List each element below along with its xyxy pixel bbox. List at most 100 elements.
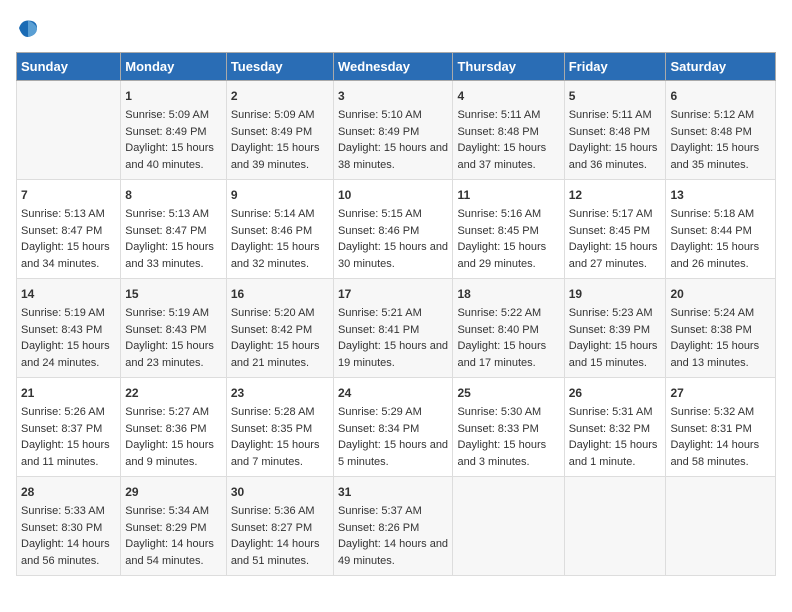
calendar-cell: 21Sunrise: 5:26 AMSunset: 8:37 PMDayligh…: [17, 378, 121, 477]
sunset-text: Sunset: 8:42 PM: [231, 322, 329, 339]
calendar-cell: 17Sunrise: 5:21 AMSunset: 8:41 PMDayligh…: [333, 279, 452, 378]
sunset-text: Sunset: 8:26 PM: [338, 520, 448, 537]
sunrise-text: Sunrise: 5:11 AM: [457, 107, 559, 124]
calendar-cell: 12Sunrise: 5:17 AMSunset: 8:45 PMDayligh…: [564, 180, 666, 279]
calendar-cell: 30Sunrise: 5:36 AMSunset: 8:27 PMDayligh…: [226, 477, 333, 576]
daylight-text: Daylight: 15 hours and 1 minute.: [569, 437, 662, 470]
sunset-text: Sunset: 8:41 PM: [338, 322, 448, 339]
sunset-text: Sunset: 8:37 PM: [21, 421, 116, 438]
calendar-cell: 11Sunrise: 5:16 AMSunset: 8:45 PMDayligh…: [453, 180, 564, 279]
daylight-text: Daylight: 15 hours and 38 minutes.: [338, 140, 448, 173]
week-row-3: 14 Sunrise: 5:19 AMSunset: 8:43 PM Dayligh…: [17, 279, 776, 378]
sunrise-text: Sunrise: 5:23 AM: [569, 305, 662, 322]
calendar-cell: 22Sunrise: 5:27 AMSunset: 8:36 PMDayligh…: [121, 378, 227, 477]
day-number: 6: [670, 87, 771, 105]
sunrise-text: Sunrise: 5:13 AM: [21, 206, 116, 223]
daylight-text: Daylight: 15 hours and 3 minutes.: [457, 437, 559, 470]
daylight-text: Daylight: 15 hours and 15 minutes.: [569, 338, 662, 371]
daylight-text: Daylight: 15 hours and 36 minutes.: [569, 140, 662, 173]
sunset-text: Sunset: 8:35 PM: [231, 421, 329, 438]
calendar-cell: 9Sunrise: 5:14 AMSunset: 8:46 PMDaylight…: [226, 180, 333, 279]
sunrise-text: Sunrise: 5:29 AM: [338, 404, 448, 421]
calendar-cell: [564, 477, 666, 576]
week-row-2: 7Sunrise: 5:13 AMSunset: 8:47 PMDaylight…: [17, 180, 776, 279]
day-number: 8: [125, 186, 222, 204]
sunset-text: Sunset: 8:39 PM: [569, 322, 662, 339]
sunset-text: Sunset: 8:47 PM: [125, 223, 222, 240]
sunrise-text: Sunrise: 5:28 AM: [231, 404, 329, 421]
sunset-text: Sunset: 8:45 PM: [569, 223, 662, 240]
daylight-text: Daylight: 14 hours and 58 minutes.: [670, 437, 771, 470]
sunrise-text: Sunrise: 5:27 AM: [125, 404, 222, 421]
calendar-cell: 28Sunrise: 5:33 AMSunset: 8:30 PMDayligh…: [17, 477, 121, 576]
weekday-header-saturday: Saturday: [666, 53, 776, 81]
daylight-text: Daylight: 15 hours and 39 minutes.: [231, 140, 329, 173]
sunset-text: Sunset: 8:47 PM: [21, 223, 116, 240]
day-number: 19: [569, 285, 662, 303]
daylight-text: Daylight: 15 hours and 21 minutes.: [231, 338, 329, 371]
daylight-text: Daylight: 15 hours and 33 minutes.: [125, 239, 222, 272]
sunset-text: Sunset: 8:33 PM: [457, 421, 559, 438]
day-number: 2: [231, 87, 329, 105]
weekday-header-sunday: Sunday: [17, 53, 121, 81]
day-number: 7: [21, 186, 116, 204]
sunset-text: Sunset: 8:49 PM: [338, 124, 448, 141]
calendar-cell: 5Sunrise: 5:11 AMSunset: 8:48 PMDaylight…: [564, 81, 666, 180]
daylight-text: Daylight: 15 hours and 27 minutes.: [569, 239, 662, 272]
logo-icon: [16, 16, 40, 40]
calendar-cell: 24Sunrise: 5:29 AMSunset: 8:34 PMDayligh…: [333, 378, 452, 477]
sunset-text: Sunset: 8:38 PM: [670, 322, 771, 339]
day-number: 14: [21, 285, 116, 303]
sunrise-text: Sunrise: 5:33 AM: [21, 503, 116, 520]
sunset-text: Sunset: 8:48 PM: [569, 124, 662, 141]
daylight-text: Daylight: 15 hours and 26 minutes.: [670, 239, 771, 272]
day-number: 22: [125, 384, 222, 402]
daylight-text: Daylight: 14 hours and 56 minutes.: [21, 536, 116, 569]
sunset-text: Sunset: 8:43 PM: [21, 322, 116, 339]
week-row-1: 1Sunrise: 5:09 AMSunset: 8:49 PMDaylight…: [17, 81, 776, 180]
calendar-cell: 6Sunrise: 5:12 AMSunset: 8:48 PMDaylight…: [666, 81, 776, 180]
sunrise-text: Sunrise: 5:09 AM: [125, 107, 222, 124]
sunrise-text: Sunrise: 5:14 AM: [231, 206, 329, 223]
daylight-text: Daylight: 15 hours and 5 minutes.: [338, 437, 448, 470]
page-header: [16, 16, 776, 40]
sunrise-text: Sunrise: 5:16 AM: [457, 206, 559, 223]
sunset-text: Sunset: 8:34 PM: [338, 421, 448, 438]
calendar-cell: 4Sunrise: 5:11 AMSunset: 8:48 PMDaylight…: [453, 81, 564, 180]
day-number: 17: [338, 285, 448, 303]
daylight-text: Daylight: 14 hours and 49 minutes.: [338, 536, 448, 569]
day-number: 18: [457, 285, 559, 303]
weekday-header-tuesday: Tuesday: [226, 53, 333, 81]
calendar-cell: 23Sunrise: 5:28 AMSunset: 8:35 PMDayligh…: [226, 378, 333, 477]
day-number: 13: [670, 186, 771, 204]
sunset-text: Sunset: 8:27 PM: [231, 520, 329, 537]
weekday-header-monday: Monday: [121, 53, 227, 81]
sunset-text: Sunset: 8:49 PM: [231, 124, 329, 141]
day-number: 4: [457, 87, 559, 105]
calendar-cell: 31Sunrise: 5:37 AMSunset: 8:26 PMDayligh…: [333, 477, 452, 576]
calendar-cell: 15Sunrise: 5:19 AMSunset: 8:43 PMDayligh…: [121, 279, 227, 378]
calendar-cell: 3Sunrise: 5:10 AMSunset: 8:49 PMDaylight…: [333, 81, 452, 180]
daylight-text: Daylight: 15 hours and 35 minutes.: [670, 140, 771, 173]
day-number: 20: [670, 285, 771, 303]
calendar-cell: 8 Sunrise: 5:13 AMSunset: 8:47 PMDaylight…: [121, 180, 227, 279]
day-number: 5: [569, 87, 662, 105]
sunrise-text: Sunrise: 5:19 AM: [21, 305, 116, 322]
sunrise-text: Sunrise: 5:36 AM: [231, 503, 329, 520]
weekday-header-friday: Friday: [564, 53, 666, 81]
sunrise-text: Sunrise: 5:12 AM: [670, 107, 771, 124]
day-number: 12: [569, 186, 662, 204]
daylight-text: Daylight: 15 hours and 23 minutes.: [125, 338, 222, 371]
daylight-text: Daylight: 15 hours and 32 minutes.: [231, 239, 329, 272]
sunrise-text: Sunrise: 5:09 AM: [231, 107, 329, 124]
day-number: 11: [457, 186, 559, 204]
calendar-cell: 16Sunrise: 5:20 AMSunset: 8:42 PMDayligh…: [226, 279, 333, 378]
week-row-5: 28Sunrise: 5:33 AMSunset: 8:30 PMDayligh…: [17, 477, 776, 576]
sunrise-text: Sunrise: 5:20 AM: [231, 305, 329, 322]
day-number: 28: [21, 483, 116, 501]
sunset-text: Sunset: 8:36 PM: [125, 421, 222, 438]
sunrise-text: Sunrise: 5:13 AM: [125, 206, 222, 223]
calendar-cell: 27Sunrise: 5:32 AMSunset: 8:31 PMDayligh…: [666, 378, 776, 477]
daylight-text: Daylight: 14 hours and 54 minutes.: [125, 536, 222, 569]
sunrise-text: Sunrise: 5:15 AM: [338, 206, 448, 223]
